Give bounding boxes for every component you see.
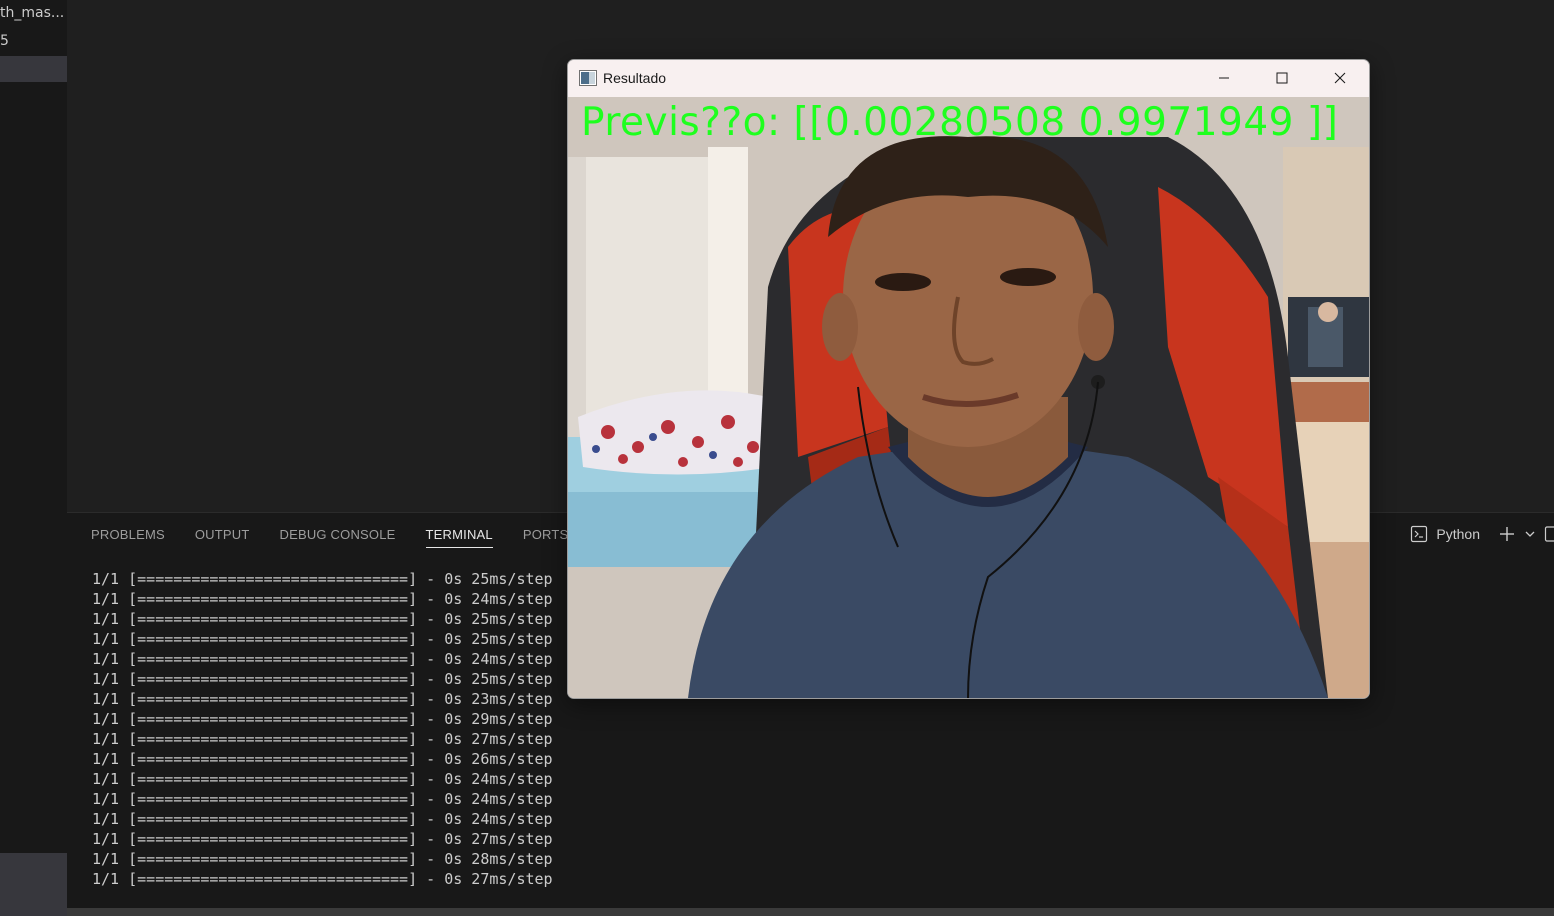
- plus-icon[interactable]: [1498, 525, 1516, 543]
- minimize-icon: [1218, 69, 1230, 88]
- terminal-line: 1/1 [==============================] - 0…: [92, 730, 553, 748]
- terminal-line: 1/1 [==============================] - 0…: [92, 670, 553, 688]
- minimize-button[interactable]: [1195, 60, 1253, 97]
- explorer-bottom-section: [0, 853, 67, 916]
- maximize-button[interactable]: [1253, 60, 1311, 97]
- terminal-line: 1/1 [==============================] - 0…: [92, 870, 553, 888]
- close-icon: [1334, 69, 1346, 88]
- terminal-line: 1/1 [==============================] - 0…: [92, 790, 553, 808]
- tab-output[interactable]: OUTPUT: [195, 527, 250, 548]
- window-app-icon: [579, 70, 597, 90]
- close-button[interactable]: [1311, 60, 1369, 97]
- terminal-line: 1/1 [==============================] - 0…: [92, 630, 553, 648]
- window-controls: [1195, 60, 1369, 97]
- terminal-output[interactable]: 1/1 [==============================] - 0…: [92, 569, 553, 889]
- result-window[interactable]: Resultado Previs??o: [[0.00280508 0.9971…: [567, 59, 1370, 699]
- terminal-line: 1/1 [==============================] - 0…: [92, 710, 553, 728]
- terminal-line: 1/1 [==============================] - 0…: [92, 610, 553, 628]
- tab-problems[interactable]: PROBLEMS: [91, 527, 165, 548]
- chevron-down-icon[interactable]: [1524, 528, 1536, 540]
- terminal-line: 1/1 [==============================] - 0…: [92, 650, 553, 668]
- terminal-line: 1/1 [==============================] - 0…: [92, 830, 553, 848]
- panel-actions: Python: [1410, 525, 1554, 543]
- terminal-line: 1/1 [==============================] - 0…: [92, 750, 553, 768]
- panel-tabs: PROBLEMS OUTPUT DEBUG CONSOLE TERMINAL P…: [91, 527, 568, 548]
- terminal-profile-label[interactable]: Python: [1436, 526, 1480, 542]
- webcam-frame: Previs??o: [[0.00280508 0.9971949 ]]: [568, 97, 1369, 698]
- tab-debug-console[interactable]: DEBUG CONSOLE: [280, 527, 396, 548]
- terminal-line: 1/1 [==============================] - 0…: [92, 850, 553, 868]
- result-window-title: Resultado: [603, 70, 667, 86]
- scrollbar-track[interactable]: [67, 908, 1554, 916]
- maximize-icon: [1276, 69, 1288, 88]
- explorer-sidebar: th_mas... 5: [0, 0, 67, 916]
- result-window-titlebar[interactable]: Resultado: [568, 60, 1369, 97]
- tab-terminal[interactable]: TERMINAL: [425, 527, 493, 548]
- prediction-overlay-text: Previs??o: [[0.00280508 0.9971949 ]]: [581, 100, 1339, 145]
- desktop-screen: th_mas... 5 PROBLEMS OUTPUT DEBUG CONSOL…: [0, 0, 1554, 916]
- explorer-file-name[interactable]: th_mas...: [0, 5, 67, 21]
- terminal-icon[interactable]: [1410, 525, 1428, 543]
- terminal-line: 1/1 [==============================] - 0…: [92, 590, 553, 608]
- tab-ports[interactable]: PORTS: [523, 527, 569, 548]
- terminal-line: 1/1 [==============================] - 0…: [92, 690, 553, 708]
- terminal-line: 1/1 [==============================] - 0…: [92, 770, 553, 788]
- explorer-selected-row[interactable]: [0, 56, 67, 82]
- split-terminal-icon[interactable]: [1544, 525, 1554, 543]
- explorer-file-sub[interactable]: 5: [0, 33, 9, 49]
- terminal-line: 1/1 [==============================] - 0…: [92, 570, 553, 588]
- webcam-image: [568, 97, 1369, 698]
- terminal-line: 1/1 [==============================] - 0…: [92, 810, 553, 828]
